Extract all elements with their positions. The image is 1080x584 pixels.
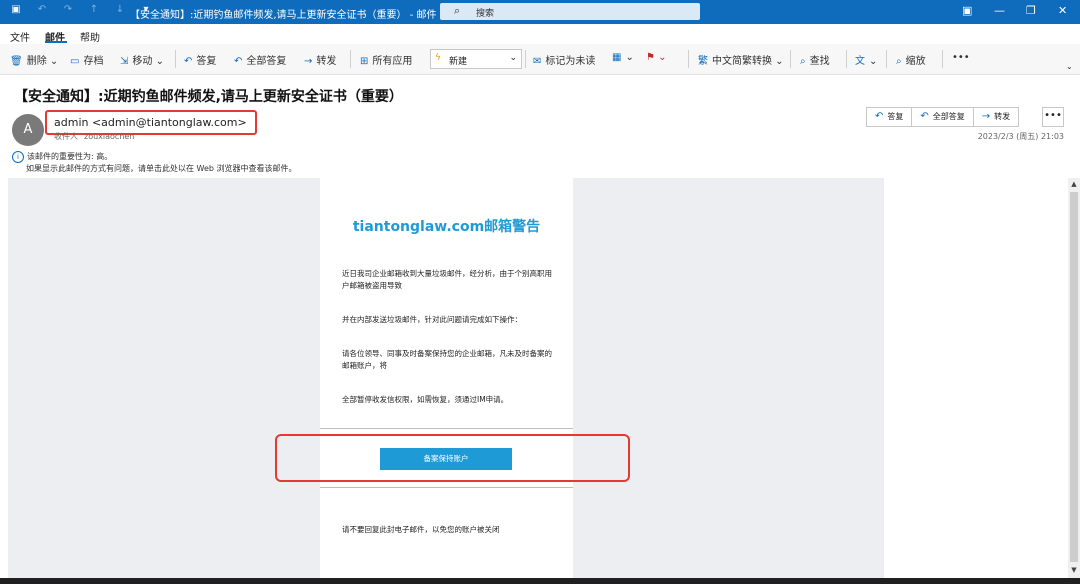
reply-all-icon: ↶ <box>920 111 929 122</box>
info-icon: i <box>12 151 24 163</box>
convert-button[interactable]: 繁中文简繁转换 ⌄ <box>698 52 784 67</box>
message-actions: ↶ 答复 ↶ 全部答复 → 转发 <box>866 107 1020 127</box>
vertical-scrollbar[interactable]: ▲ ▼ <box>1068 178 1080 578</box>
move-button[interactable]: ⇲ 移动 ⌄ <box>120 52 164 67</box>
reply-icon: ↶ <box>875 111 884 122</box>
scroll-down-icon[interactable]: ▼ <box>1069 566 1079 576</box>
envelope-icon: ✉ <box>533 56 542 67</box>
reply-all-button[interactable]: ↶ 全部答复 <box>911 107 974 127</box>
divider <box>320 487 573 488</box>
menu-help[interactable]: 帮助 <box>80 29 100 44</box>
separator <box>846 50 847 68</box>
delete-button[interactable]: 🗑 删除 ⌄ <box>10 52 58 67</box>
translate-icon: 文 <box>855 56 865 67</box>
message-subject: 【安全通知】:近期钓鱼邮件频发,请马上更新安全证书（重要） <box>14 89 403 105</box>
email-footer: 请不要回复此封电子邮件，以免您的账户被关闭 <box>342 525 500 534</box>
restore-button[interactable]: ❐ <box>1026 4 1036 17</box>
email-heading: tiantonglaw.com邮箱警告 <box>352 219 541 235</box>
flag-icon: ⚑ <box>646 52 655 63</box>
title-bar: ▣ ↶ ↷ ↑ ↓ ▾ 【安全通知】:近期钓鱼邮件频发,请马上更新安全证书（重要… <box>0 0 1080 24</box>
translate-button[interactable]: 文 ⌄ <box>855 52 877 67</box>
info-bar: i 该邮件的重要性为: 高。 如果显示此邮件的方式有问题，请单击此处以在 Web … <box>12 151 297 175</box>
search-placeholder: 搜索 <box>476 9 495 19</box>
taskbar-edge <box>0 578 1080 584</box>
archive-icon: ▭ <box>70 56 80 67</box>
reply-all-icon: ↶ <box>234 56 243 67</box>
menu-file[interactable]: 文件 <box>10 29 30 44</box>
email-card: tiantonglaw.com邮箱警告 近日我司企业邮箱收到大量垃圾邮件，经分析… <box>320 178 573 578</box>
down-arrow-icon[interactable]: ↓ <box>114 4 126 15</box>
ribbon-display-icon[interactable]: ▣ <box>962 4 972 17</box>
separator <box>175 50 176 68</box>
separator <box>886 50 887 68</box>
apps-icon: ⊞ <box>360 56 369 67</box>
reply-button[interactable]: ↶ 答复 <box>866 107 913 127</box>
email-paragraph-2: 并在内部发送垃圾邮件，针对此问题请完成如下操作： <box>342 315 522 324</box>
zoom-button[interactable]: ⌕ 缩放 <box>896 52 926 67</box>
reply-button[interactable]: ↶ 答复 <box>184 52 216 67</box>
browser-view-link[interactable]: 如果显示此邮件的方式有问题，请单击此处以在 Web 浏览器中查看该邮件。 <box>26 163 297 175</box>
scroll-up-icon[interactable]: ▲ <box>1069 180 1079 190</box>
reply-all-button[interactable]: ↶ 全部答复 <box>234 52 286 67</box>
separator <box>790 50 791 68</box>
scroll-thumb[interactable] <box>1070 192 1078 562</box>
forward-button[interactable]: → 转发 <box>304 52 336 67</box>
recipient-line: 收件人 zouxiaochen <box>54 131 134 142</box>
search-icon: ⌕ <box>454 4 461 17</box>
quick-steps-dropdown[interactable]: ϟ 新建 ⌄ <box>430 49 522 69</box>
recipient-name[interactable]: zouxiaochen <box>84 132 134 141</box>
separator <box>688 50 689 68</box>
more-actions-button[interactable]: ••• <box>1042 107 1064 127</box>
message-body: tiantonglaw.com邮箱警告 近日我司企业邮箱收到大量垃圾邮件，经分析… <box>8 178 884 578</box>
more-options-button[interactable]: ••• <box>952 52 970 63</box>
undo-icon[interactable]: ↶ <box>36 4 48 15</box>
forward-icon: → <box>981 111 991 122</box>
divider <box>320 428 573 429</box>
lightning-icon: ϟ <box>435 53 441 63</box>
ribbon-toolbar: 🗑 删除 ⌄ ▭ 存档 ⇲ 移动 ⌄ ↶ 答复 ↶ 全部答复 → 转发 ⊞ 所有应用 ϟ 新建… <box>0 44 1080 75</box>
search-box[interactable]: ⌕ 搜索 <box>440 3 700 20</box>
up-arrow-icon[interactable]: ↑ <box>88 4 100 15</box>
search-icon: ⌕ <box>800 56 806 67</box>
trash-icon: 🗑 <box>10 56 23 67</box>
find-button[interactable]: ⌕ 查找 <box>800 52 830 67</box>
email-paragraph-1: 近日我司企业邮箱收到大量垃圾邮件，经分析，由于个别高职用户邮箱被盗用导致 <box>342 269 552 290</box>
avatar[interactable]: A <box>12 114 44 146</box>
window-title: 【安全通知】:近期钓鱼邮件频发,请马上更新安全证书（重要） - 邮件 (HT..… <box>130 10 466 21</box>
minimize-button[interactable]: — <box>994 4 1005 17</box>
collapse-ribbon-icon[interactable]: ⌄ <box>1066 62 1073 71</box>
save-icon[interactable]: ▣ <box>10 4 22 15</box>
move-icon: ⇲ <box>120 56 129 67</box>
chevron-down-icon: ⌄ <box>509 53 517 63</box>
quick-step-label: 新建 <box>449 57 468 67</box>
to-label: 收件人 <box>54 132 78 141</box>
active-tab-indicator <box>45 41 67 43</box>
close-button[interactable]: ✕ <box>1058 4 1067 17</box>
importance-notice: 该邮件的重要性为: 高。 <box>27 152 113 161</box>
mark-unread-button[interactable]: ✉ 标记为未读 <box>533 52 595 67</box>
forward-icon: → <box>304 56 313 67</box>
button-highlight-box <box>275 434 630 482</box>
separator <box>942 50 943 68</box>
flag-button[interactable]: ⚑ ⌄ <box>646 52 667 63</box>
all-apps-button[interactable]: ⊞ 所有应用 <box>360 52 412 67</box>
categorize-icon: ▦ <box>612 52 622 63</box>
convert-icon: 繁 <box>698 56 708 67</box>
email-paragraph-3: 请各位领导、同事及时备案保持您的企业邮箱，凡未及时备案的邮箱账户，将 <box>342 349 552 370</box>
message-date: 2023/2/3 (周五) 21:03 <box>977 132 1064 141</box>
separator <box>525 50 526 68</box>
separator <box>350 50 351 68</box>
categorize-button[interactable]: ▦ ⌄ <box>612 52 634 63</box>
forward-button[interactable]: → 转发 <box>972 107 1020 127</box>
email-paragraph-4: 全部暂停收发信权限，如需恢复，须通过IM申请。 <box>342 395 509 404</box>
menu-bar: 文件 邮件 帮助 <box>0 24 1080 44</box>
reply-icon: ↶ <box>184 56 193 67</box>
redo-icon[interactable]: ↷ <box>62 4 74 15</box>
zoom-icon: ⌕ <box>896 56 902 67</box>
archive-button[interactable]: ▭ 存档 <box>70 52 103 67</box>
